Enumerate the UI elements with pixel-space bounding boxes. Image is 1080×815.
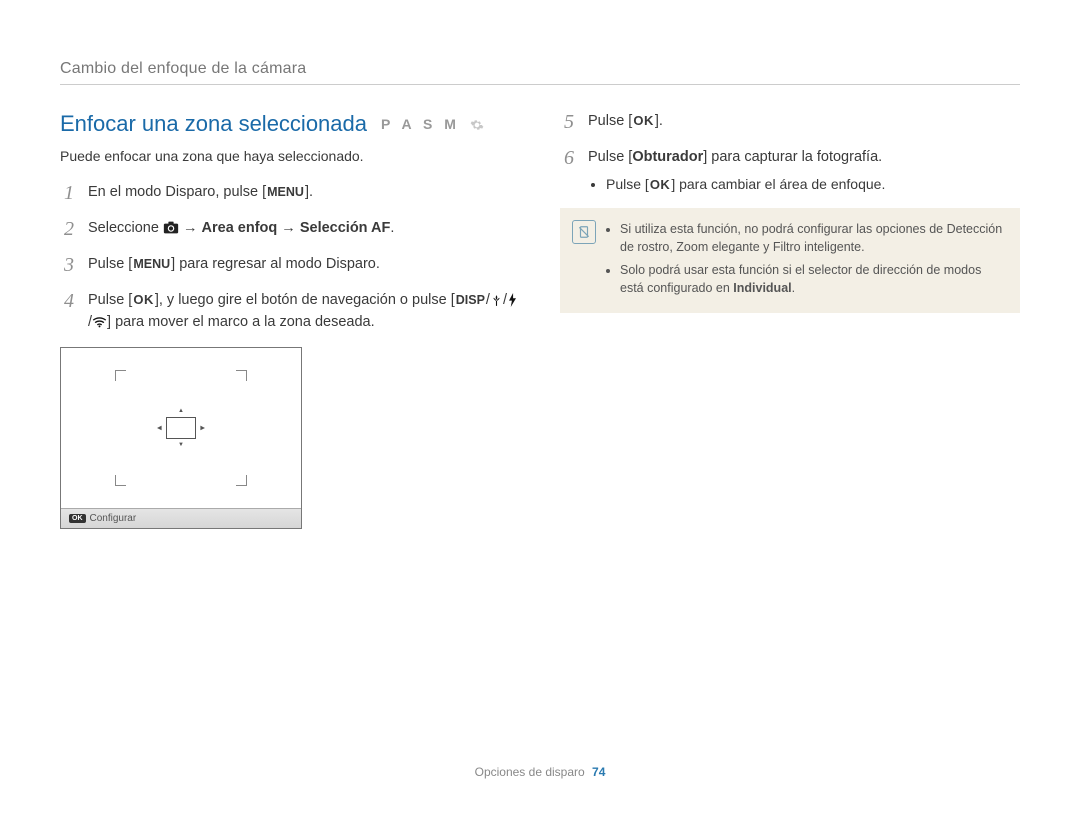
step-number: 6 (560, 147, 578, 194)
text: Pulse [ (588, 113, 632, 129)
text: . (792, 281, 795, 295)
sub-bullet-item: Pulse [OK] para cambiar el área de enfoq… (606, 175, 1020, 195)
note-list: Si utiliza esta función, no podrá config… (606, 220, 1006, 301)
ok-kbd: OK (132, 290, 155, 310)
intro-text: Puede enfocar una zona que haya seleccio… (60, 147, 520, 166)
ok-kbd: OK (632, 111, 655, 131)
arrow-right-icon: ▶ (200, 425, 205, 432)
focus-rectangle: ▲ ▼ ◀ ▶ (166, 417, 196, 439)
arrow-icon: → (179, 220, 202, 236)
step-3: 3 Pulse [MENU] para regresar al modo Dis… (60, 254, 520, 276)
gear-icon (470, 116, 484, 132)
text: ] para capturar la fotografía. (703, 149, 882, 165)
shutter-bold: Obturador (632, 149, 703, 165)
flash-icon (507, 292, 518, 308)
step-body: Pulse [OK]. (588, 111, 1020, 133)
page-number: 74 (592, 765, 605, 779)
arrow-down-icon: ▼ (178, 442, 184, 448)
steps-list-right: 5 Pulse [OK]. 6 Pulse [Obturador] para c… (560, 111, 1020, 194)
step-body: Pulse [MENU] para regresar al modo Dispa… (88, 254, 520, 276)
step-6: 6 Pulse [Obturador] para capturar la fot… (560, 147, 1020, 194)
mode-badges: P A S M (381, 116, 484, 132)
menu-kbd: MENU (132, 255, 171, 274)
camera-screen-diagram: ▲ ▼ ◀ ▶ OK Configurar (60, 347, 302, 529)
arrow-left-icon: ◀ (157, 425, 162, 432)
content-columns: Enfocar una zona seleccionada P A S M Pu… (60, 111, 1020, 529)
menu-kbd: MENU (266, 183, 305, 202)
title-row: Enfocar una zona seleccionada P A S M (60, 111, 520, 137)
note-icon (572, 220, 596, 244)
steps-list-left: 1 En el modo Disparo, pulse [MENU]. 2 Se… (60, 182, 520, 334)
sub-bullet-list: Pulse [OK] para cambiar el área de enfoq… (606, 175, 1020, 195)
menu-path-item: Selección AF (300, 220, 391, 236)
step-number: 3 (60, 254, 78, 276)
step-number: 2 (60, 218, 78, 240)
step-1: 1 En el modo Disparo, pulse [MENU]. (60, 182, 520, 204)
camera-statusbar: OK Configurar (61, 508, 301, 528)
step-4: 4 Pulse [OK], y luego gire el botón de n… (60, 290, 520, 334)
text: ]. (655, 113, 663, 129)
step-5: 5 Pulse [OK]. (560, 111, 1020, 133)
left-column: Enfocar una zona seleccionada P A S M Pu… (60, 111, 520, 529)
page-title: Enfocar una zona seleccionada (60, 111, 367, 136)
text: Pulse [ (588, 149, 632, 165)
text: En el modo Disparo, pulse [ (88, 184, 266, 200)
section-header: Cambio del enfoque de la cámara (60, 60, 1020, 85)
note-item: Solo podrá usar esta función si el selec… (620, 261, 1006, 297)
note-box: Si utiliza esta función, no podrá config… (560, 208, 1020, 313)
step-2: 2 Seleccione → Area enfoq → Selección AF… (60, 218, 520, 240)
text-bold: Individual (733, 281, 791, 295)
text: ], y luego gire el botón de navegación o… (155, 292, 455, 308)
step-body: En el modo Disparo, pulse [MENU]. (88, 182, 520, 204)
frame-corner-icon (236, 370, 247, 381)
arrow-up-icon: ▲ (178, 408, 184, 414)
text: ] para mover el marco a la zona deseada. (107, 314, 375, 330)
text: ] para regresar al modo Disparo. (171, 256, 380, 272)
mode-letters-text: P A S M (381, 116, 460, 132)
camera-icon (163, 221, 179, 234)
note-item: Si utiliza esta función, no podrá config… (620, 220, 1006, 256)
ok-kbd: OK (649, 176, 672, 194)
arrow-icon: → (277, 220, 300, 236)
text: ]. (305, 184, 313, 200)
frame-corner-icon (115, 370, 126, 381)
text: Seleccione (88, 220, 163, 236)
text: Pulse [ (88, 256, 132, 272)
menu-path-item: Area enfoq (202, 220, 278, 236)
page-footer: Opciones de disparo 74 (0, 765, 1080, 779)
text: ] para cambiar el área de enfoque. (671, 176, 885, 192)
step-number: 4 (60, 290, 78, 334)
page: Cambio del enfoque de la cámara Enfocar … (0, 0, 1080, 815)
footer-section: Opciones de disparo (475, 765, 585, 779)
step-body: Pulse [OK], y luego gire el botón de nav… (88, 290, 520, 334)
step-body: Seleccione → Area enfoq → Selección AF. (88, 218, 520, 240)
text: . (390, 220, 394, 236)
macro-icon (490, 292, 503, 308)
frame-corner-icon (236, 475, 247, 486)
text: Pulse [ (606, 176, 649, 192)
disp-kbd: DISP (455, 291, 486, 310)
right-column: 5 Pulse [OK]. 6 Pulse [Obturador] para c… (560, 111, 1020, 529)
camera-viewport: ▲ ▼ ◀ ▶ (61, 348, 301, 508)
text: Pulse [ (88, 292, 132, 308)
text: Solo podrá usar esta función si el selec… (620, 263, 981, 295)
step-body: Pulse [Obturador] para capturar la fotog… (588, 147, 1020, 194)
frame-corner-icon (115, 475, 126, 486)
step-number: 5 (560, 111, 578, 133)
ok-pill-icon: OK (69, 514, 86, 523)
step-number: 1 (60, 182, 78, 204)
wifi-icon (92, 314, 107, 330)
statusbar-label: Configurar (90, 513, 137, 524)
